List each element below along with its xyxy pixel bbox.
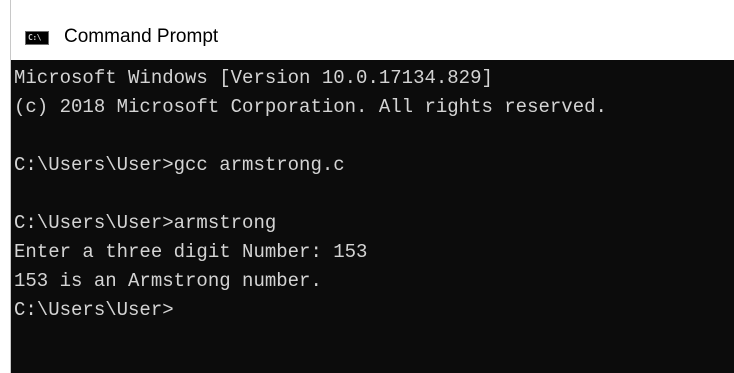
command-prompt-window: C:\ Command Prompt Microsoft Windows [Ve… [10, 0, 734, 373]
console-line: C:\Users\User>armstrong [14, 212, 277, 234]
console-line: Microsoft Windows [Version 10.0.17134.82… [14, 67, 493, 89]
console-line: C:\Users\User>gcc armstrong.c [14, 154, 345, 176]
cmd-icon-glyph: C:\ [28, 33, 41, 42]
console-line: Enter a three digit Number: 153 [14, 241, 368, 263]
console-line: (c) 2018 Microsoft Corporation. All righ… [14, 96, 607, 118]
console-line: 153 is an Armstrong number. [14, 270, 322, 292]
title-bar[interactable]: C:\ Command Prompt [11, 0, 734, 60]
console-output[interactable]: Microsoft Windows [Version 10.0.17134.82… [11, 60, 734, 373]
console-prompt-line[interactable]: C:\Users\User> [14, 296, 734, 325]
cmd-icon[interactable]: C:\ [25, 31, 49, 45]
window-title: Command Prompt [64, 26, 219, 47]
